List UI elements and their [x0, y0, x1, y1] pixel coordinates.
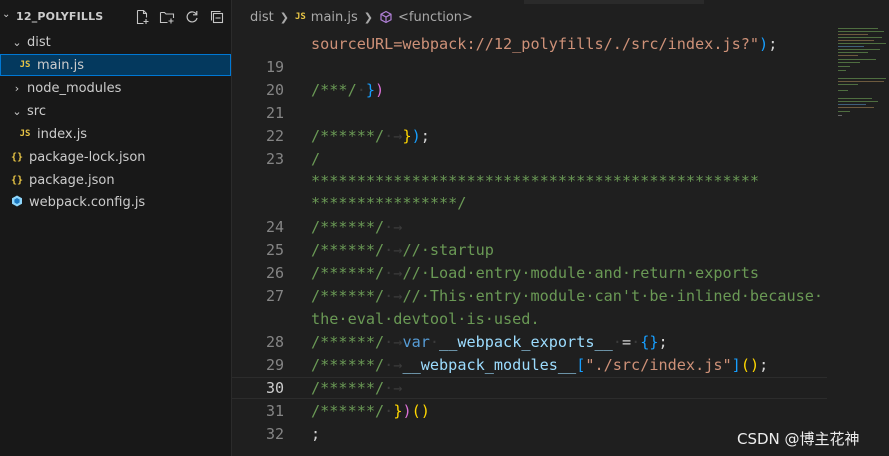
- code-text: /******/·→//·startup: [311, 241, 494, 259]
- code-line: sourceURL=webpack://12_polyfills/./src/i…: [232, 33, 827, 55]
- line-number: 28: [265, 333, 284, 351]
- explorer-actions: [132, 8, 226, 26]
- line-number: 23: [265, 150, 284, 168]
- code-line: 19: [232, 56, 827, 78]
- javascript-file-icon: JS: [19, 129, 31, 139]
- tree-item-label: node_modules: [27, 80, 122, 96]
- chevron-down-icon: ⌄: [12, 104, 22, 118]
- line-number: 22: [265, 127, 284, 145]
- javascript-file-icon: JS: [19, 60, 31, 70]
- javascript-file-icon: JS: [294, 12, 306, 22]
- tree-item-label: dist: [27, 34, 51, 50]
- chevron-right-icon: ❯: [363, 10, 374, 24]
- line-number: 21: [265, 104, 284, 122]
- code-text: ;: [311, 425, 321, 443]
- tree-item-label: package-lock.json: [29, 149, 146, 165]
- current-code-line: 30 /******/·→: [232, 377, 827, 399]
- code-line: 23 /: [232, 148, 827, 170]
- new-file-icon[interactable]: [132, 8, 151, 26]
- breadcrumb: dist ❯ JS main.js ❯ <function>: [250, 6, 473, 28]
- code-line: 20 /***/·}): [232, 79, 827, 101]
- tree-folder-node-modules[interactable]: › node_modules: [0, 77, 231, 99]
- refresh-icon[interactable]: [182, 8, 201, 26]
- code-line: 25 /******/·→//·startup: [232, 239, 827, 261]
- code-text: ****************/: [311, 194, 467, 212]
- breadcrumb-symbol[interactable]: <function>: [398, 10, 473, 25]
- chevron-right-icon: ❯: [279, 10, 289, 24]
- breadcrumb-file[interactable]: main.js: [311, 10, 358, 25]
- tree-file-package-lock-json[interactable]: {} package-lock.json: [0, 146, 231, 168]
- explorer-header[interactable]: ⌄ 12_POLYFILLS: [0, 6, 232, 28]
- json-file-icon: {}: [10, 151, 24, 163]
- code-text: /: [311, 150, 321, 168]
- code-line: the·eval·devtool·is·used.: [232, 308, 827, 330]
- code-line: 28 /******/·→var·__webpack_exports__·=·{…: [232, 331, 827, 353]
- code-text: /******/·→//·This·entry·module·can't·be·…: [311, 287, 824, 305]
- tree-file-webpack-config-js[interactable]: webpack.config.js: [0, 191, 231, 213]
- tree-folder-dist[interactable]: ⌄ dist: [0, 31, 231, 53]
- tree-file-main-js[interactable]: JS main.js: [0, 54, 231, 76]
- tree-item-label: webpack.config.js: [29, 194, 146, 210]
- code-line: 31 /******/·})(): [232, 400, 827, 422]
- line-number: 25: [265, 241, 284, 259]
- code-editor[interactable]: dist ❯ JS main.js ❯ <function> sourceURL…: [232, 0, 889, 456]
- minimap[interactable]: [838, 26, 888, 118]
- code-line: ****************/: [232, 192, 827, 214]
- explorer-sidebar: ⌄ 12_POLYFILLS ⌄ dist JS main.js › node_…: [0, 0, 232, 456]
- code-line: 21: [232, 102, 827, 124]
- new-folder-icon[interactable]: [157, 8, 176, 26]
- collapse-all-icon[interactable]: [207, 8, 226, 26]
- code-text: /******/·→: [311, 379, 403, 397]
- line-number: 27: [265, 287, 284, 305]
- code-text: /******/·→});: [311, 127, 430, 145]
- code-line: 27 /******/·→//·This·entry·module·can't·…: [232, 285, 827, 307]
- watermark: CSDN @博主花神: [737, 430, 860, 448]
- tree-item-label: src: [27, 103, 46, 119]
- code-line: 22 /******/·→});: [232, 125, 827, 147]
- tree-item-label: package.json: [29, 172, 115, 188]
- tab-strip-fragment: [524, 0, 704, 4]
- line-number: 26: [265, 264, 284, 282]
- chevron-down-icon: ⌄: [12, 35, 22, 49]
- code-text: sourceURL=webpack://12_polyfills/./src/i…: [311, 35, 778, 53]
- code-text: /******/·→: [311, 218, 403, 236]
- code-line: 24 /******/·→: [232, 216, 827, 238]
- line-number: 31: [265, 402, 284, 420]
- code-text: /******/·})(): [311, 402, 430, 420]
- code-text: /******/·→__webpack_modules__["./src/ind…: [311, 356, 769, 374]
- code-text: ****************************************…: [311, 172, 760, 190]
- line-number: 20: [265, 81, 284, 99]
- chevron-down-icon[interactable]: ⌄: [2, 9, 10, 20]
- line-number: 32: [265, 425, 284, 443]
- tree-file-package-json[interactable]: {} package.json: [0, 169, 231, 191]
- chevron-right-icon: ›: [14, 81, 20, 95]
- tree-file-index-js[interactable]: JS index.js: [0, 123, 231, 145]
- tree-item-label: main.js: [37, 57, 84, 73]
- breadcrumb-folder[interactable]: dist: [250, 10, 274, 25]
- tree-folder-src[interactable]: ⌄ src: [0, 100, 231, 122]
- explorer-title: 12_POLYFILLS: [16, 10, 104, 23]
- webpack-cube-icon: [10, 195, 24, 210]
- code-line: 26 /******/·→//·Load·entry·module·and·re…: [232, 262, 827, 284]
- code-line: ****************************************…: [232, 170, 827, 192]
- tree-item-label: index.js: [37, 126, 88, 142]
- code-line: 29 /******/·→__webpack_modules__["./src/…: [232, 354, 827, 376]
- line-number: 19: [265, 58, 284, 76]
- json-file-icon: {}: [10, 174, 24, 186]
- code-text: /******/·→//·Load·entry·module·and·retur…: [311, 264, 760, 282]
- line-number: 29: [265, 356, 284, 374]
- code-text: /***/·}): [311, 81, 385, 99]
- line-number: 30: [265, 379, 284, 397]
- code-text: /******/·→var·__webpack_exports__·=·{};: [311, 333, 668, 351]
- function-cube-icon: [379, 10, 393, 24]
- code-text: the·eval·devtool·is·used.: [311, 310, 540, 328]
- line-number: 24: [265, 218, 284, 236]
